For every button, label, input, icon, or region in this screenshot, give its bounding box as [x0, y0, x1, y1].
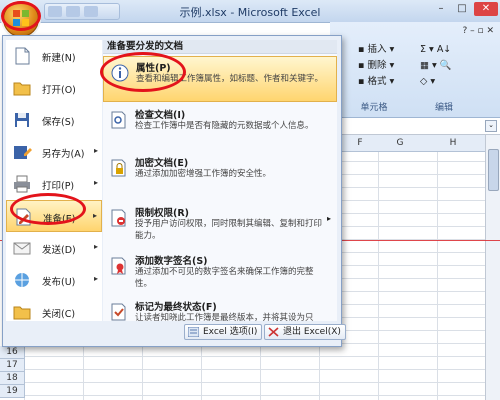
cells-group: ▪ 插入 ▾ ▪ 删除 ▾ ▪ 格式 ▾ — [358, 42, 394, 90]
ribbon: ? – ▫ ✕ ▪ 插入 ▾ ▪ 删除 ▾ ▪ 格式 ▾ Σ ▾ A↓ ▦ ▾ … — [330, 22, 500, 118]
submenu-arrow-icon: ▸ — [326, 214, 331, 223]
format-button[interactable]: ▪ 格式 ▾ — [358, 74, 394, 90]
column-header-g[interactable]: G — [380, 135, 421, 152]
clear-button[interactable]: ◇ ▾ — [420, 74, 452, 90]
close-icon[interactable]: ✕ — [474, 2, 498, 16]
menu-item-open[interactable]: 打开(O) — [6, 72, 102, 104]
submenu-item-signature[interactable]: 添加数字签名(S) 通过添加不可见的数字签名来确保工作簿的完整性。 — [103, 250, 337, 296]
options-icon — [188, 327, 199, 337]
row-header-17[interactable]: 17 — [0, 359, 25, 372]
restrict-permission-icon — [111, 209, 126, 227]
delete-button[interactable]: ▪ 删除 ▾ — [358, 58, 394, 74]
save-icon — [15, 113, 29, 127]
scroll-thumb[interactable] — [488, 149, 499, 191]
office-menu-commands: 新建(N) 打开(O) 保存(S) 另存为(A) ▸ 打印(P) ▸ 准备(E)… — [6, 40, 102, 321]
submenu-item-mark-final[interactable]: 标记为最终状态(F) 让读者知晓此工作簿是最终版本，并将其设为只读。 — [103, 296, 337, 321]
excel-options-button[interactable]: Excel 选项(I) — [184, 324, 263, 340]
digital-signature-icon — [111, 257, 126, 275]
submenu-item-encrypt[interactable]: 加密文档(E) 通过添加加密增强工作簿的安全性。 — [103, 152, 337, 196]
send-icon — [13, 242, 31, 255]
minimize-icon[interactable]: – — [432, 2, 450, 16]
publish-icon — [15, 273, 29, 287]
edit-group: Σ ▾ A↓ ▦ ▾ 🔍 ◇ ▾ — [420, 42, 452, 90]
sort-icon[interactable]: A↓ — [437, 44, 451, 55]
expand-formula-icon[interactable]: ⌄ — [485, 120, 497, 132]
print-icon — [14, 175, 30, 193]
inspect-document-icon — [111, 111, 126, 129]
help-icon[interactable]: ? – ▫ ✕ — [463, 26, 495, 36]
encrypt-document-icon — [111, 159, 126, 177]
menu-item-publish[interactable]: 发布(U) ▸ — [6, 264, 102, 296]
formula-bar[interactable]: ⌄ — [330, 118, 500, 135]
menu-item-send[interactable]: 发送(D) ▸ — [6, 232, 102, 264]
new-file-icon — [15, 47, 30, 65]
row-header-19[interactable]: 19 — [0, 385, 25, 398]
window-controls: – □ ✕ — [429, 2, 498, 16]
office-menu-footer: Excel 选项(I) 退出 Excel(X) — [6, 323, 346, 342]
exit-icon — [268, 327, 279, 337]
vertical-scrollbar[interactable] — [485, 135, 500, 400]
cells-group-label: 单元格 — [360, 103, 388, 113]
column-header-h[interactable]: H — [420, 135, 487, 152]
annotation-circle-office-button — [1, 1, 41, 31]
fill-button[interactable]: ▦ ▾ 🔍 — [420, 58, 452, 74]
submenu-arrow-icon: ▸ — [93, 146, 98, 155]
annotation-circle-properties — [100, 52, 186, 92]
column-header-f[interactable]: F — [340, 135, 381, 152]
maximize-icon[interactable]: □ — [453, 2, 471, 16]
annotation-circle-prepare — [10, 193, 86, 225]
submenu-arrow-icon: ▸ — [93, 242, 98, 251]
row-header-18[interactable]: 18 — [0, 372, 25, 385]
save-as-icon — [14, 146, 32, 159]
exit-excel-button[interactable]: 退出 Excel(X) — [264, 324, 346, 340]
submenu-arrow-icon: ▸ — [93, 274, 98, 283]
open-folder-icon — [13, 82, 31, 96]
menu-item-save[interactable]: 保存(S) — [6, 104, 102, 136]
submenu-arrow-icon: ▸ — [92, 211, 97, 220]
menu-item-save-as[interactable]: 另存为(A) ▸ — [6, 136, 102, 168]
mark-final-icon — [111, 303, 126, 321]
sum-button[interactable]: Σ ▾ A↓ — [420, 42, 452, 58]
title-bar: 示例.xlsx - Microsoft Excel – □ ✕ — [0, 0, 500, 23]
menu-item-new[interactable]: 新建(N) — [6, 40, 102, 72]
submenu-item-inspect[interactable]: 检查文档(I) 检查工作簿中是否有隐藏的元数据或个人信息。 — [103, 104, 337, 150]
edit-group-label: 编辑 — [434, 103, 453, 113]
find-icon[interactable]: 🔍 — [440, 60, 452, 71]
submenu-item-restrict[interactable]: 限制权限(R) 授予用户访问权限，同时限制其编辑、复制和打印能力。 ▸ — [103, 202, 337, 248]
window-title: 示例.xlsx - Microsoft Excel — [179, 6, 321, 19]
submenu-arrow-icon: ▸ — [93, 178, 98, 187]
row-header-16[interactable]: 16 — [0, 346, 25, 359]
close-folder-icon — [13, 306, 31, 320]
insert-button[interactable]: ▪ 插入 ▾ — [358, 42, 394, 58]
